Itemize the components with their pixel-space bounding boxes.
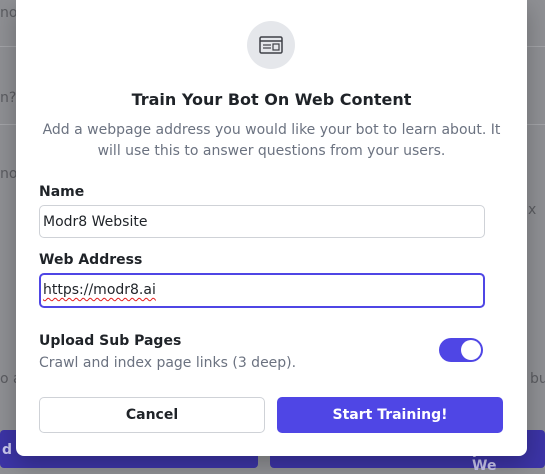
browser-window-icon — [247, 21, 295, 69]
upload-subpages-title: Upload Sub Pages — [39, 333, 182, 349]
background-text: no — [0, 5, 18, 21]
background-close-icon: x — [528, 202, 537, 218]
toggle-knob — [461, 340, 481, 360]
name-field[interactable]: Modr8 Website — [39, 205, 485, 238]
web-address-field[interactable]: https://modr8.ai — [39, 273, 485, 308]
web-address-field-value: https://modr8.ai — [43, 282, 156, 298]
start-training-button[interactable]: Start Training! — [277, 397, 503, 433]
background-text: bu — [530, 371, 545, 387]
name-field-value: Modr8 Website — [43, 214, 148, 230]
background-text: n? — [0, 90, 17, 106]
cancel-button[interactable]: Cancel — [39, 397, 265, 433]
modal-description: Add a webpage address you would like you… — [42, 122, 501, 159]
modal-title: Train Your Bot On Web Content — [131, 90, 412, 109]
background-text: no — [0, 166, 18, 182]
background-button-label: d — [2, 442, 13, 458]
name-label: Name — [39, 184, 85, 200]
upload-subpages-toggle[interactable] — [439, 338, 483, 362]
upload-subpages-description: Crawl and index page links (3 deep). — [39, 355, 297, 371]
train-bot-modal: Train Your Bot On Web Content Add a webp… — [16, 0, 527, 456]
web-address-label: Web Address — [39, 252, 143, 268]
